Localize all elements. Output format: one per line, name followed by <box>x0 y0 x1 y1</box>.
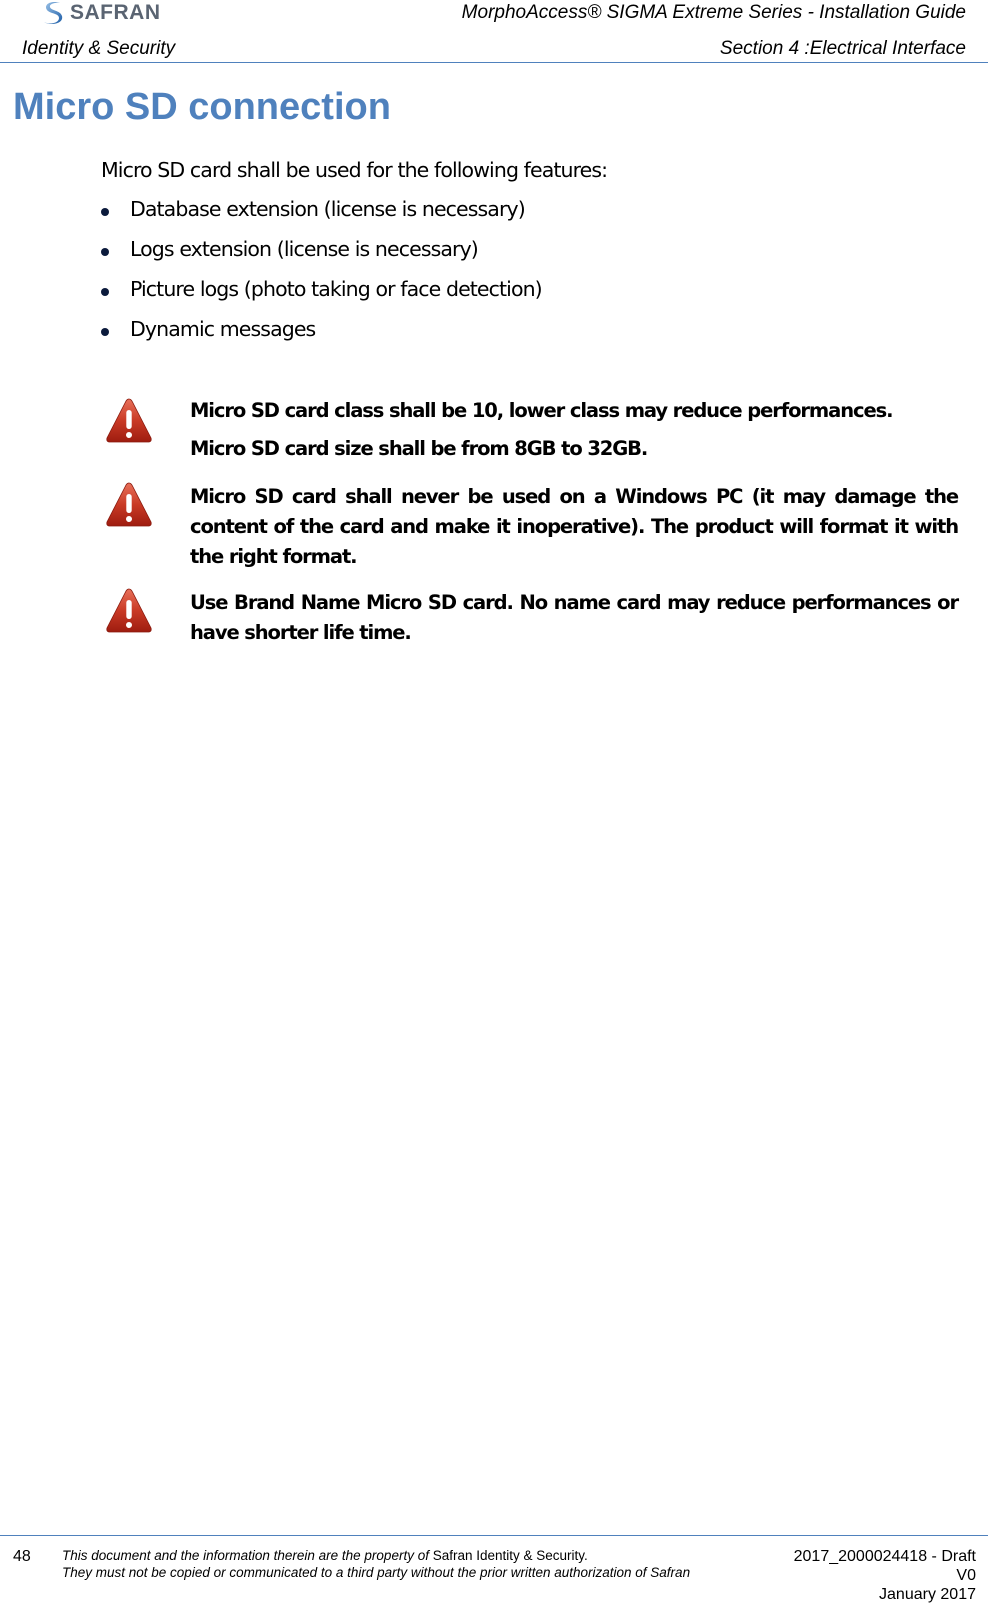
footer-divider <box>0 1535 988 1536</box>
feature-label: Logs extension (license is necessary) <box>130 237 479 261</box>
warning-line: Micro SD card shall never be used on a W… <box>190 485 959 568</box>
document-date: January 2017 <box>879 1586 976 1603</box>
warning-line: Micro SD card size shall be from 8GB to … <box>190 437 648 460</box>
legal-line-2: They must not be copied or communicated … <box>62 1565 691 1580</box>
bullet-icon <box>101 328 109 336</box>
safran-logo: SAFRAN <box>40 0 161 26</box>
feature-label: Picture logs (photo taking or face detec… <box>130 277 543 301</box>
warning-text: Use Brand Name Micro SD card. No name ca… <box>190 588 959 648</box>
list-item: Logs extension (license is necessary) <box>101 237 542 277</box>
bullet-icon <box>101 248 109 256</box>
page-header: SAFRAN MorphoAccess® SIGMA Extreme Serie… <box>0 0 988 64</box>
feature-list: Database extension (license is necessary… <box>101 197 543 357</box>
page-number: 48 <box>13 1548 31 1565</box>
legal-notice: This document and the information therei… <box>62 1547 690 1581</box>
legal-line-1-italic: This document and the information therei… <box>62 1548 433 1563</box>
bullet-icon <box>101 208 109 216</box>
warning-text: Micro SD card class shall be 10, lower c… <box>190 396 958 464</box>
legal-line-1: This document and the information therei… <box>62 1547 690 1564</box>
list-item: Dynamic messages <box>101 317 542 357</box>
safran-swoosh-icon <box>44 1 63 25</box>
header-divider <box>0 62 988 63</box>
company-name: Identity & Security <box>22 38 176 59</box>
legal-line-1-company: Safran Identity & Security. <box>432 1548 588 1563</box>
document-title: MorphoAccess® SIGMA Extreme Series - Ins… <box>461 2 966 23</box>
section-name: Section 4 :Electrical Interface <box>719 38 966 59</box>
feature-label: Database extension (license is necessary… <box>130 197 526 221</box>
warning-text: Micro SD card shall never be used on a W… <box>190 482 959 572</box>
feature-label: Dynamic messages <box>130 317 316 341</box>
warning-triangle-icon <box>106 482 152 527</box>
warning-line: Use Brand Name Micro SD card. No name ca… <box>190 591 959 644</box>
document-reference: 2017_2000024418 - Draft V0 January 2017 <box>794 1547 976 1604</box>
intro-text: Micro SD card shall be used for the foll… <box>101 158 608 182</box>
page-heading: Micro SD connection <box>13 86 391 128</box>
list-item: Database extension (license is necessary… <box>101 197 542 237</box>
list-item: Picture logs (photo taking or face detec… <box>101 277 543 317</box>
warning-triangle-icon <box>106 398 152 443</box>
warning-line: Micro SD card class shall be 10, lower c… <box>190 399 893 422</box>
document-id: 2017_2000024418 - Draft <box>793 1548 976 1565</box>
warning-triangle-icon <box>106 588 152 633</box>
bullet-icon <box>101 288 109 296</box>
document-version: V0 <box>956 1567 976 1584</box>
logo-text: SAFRAN <box>70 1 161 24</box>
